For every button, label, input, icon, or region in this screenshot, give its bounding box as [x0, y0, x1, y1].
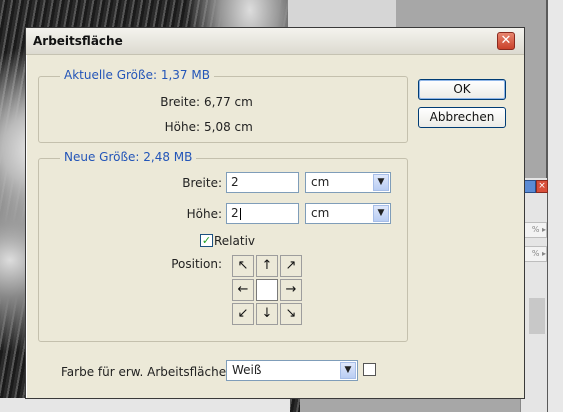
- panel-row[interactable]: % ▸: [523, 246, 547, 262]
- height-unit-select[interactable]: cm ▼: [305, 203, 391, 224]
- canvas-color-label: Farbe für erw. Arbeitsfläche:: [61, 365, 231, 379]
- chevron-down-icon[interactable]: ▼: [373, 174, 389, 191]
- width-input[interactable]: 2: [226, 172, 299, 193]
- dialog-titlebar[interactable]: Arbeitsfläche ✕: [26, 28, 524, 55]
- status-bar: [0, 398, 290, 412]
- width-unit-select[interactable]: cm ▼: [305, 172, 391, 193]
- anchor-bottom-arrow-icon[interactable]: ↓: [256, 303, 278, 325]
- panel-close-button[interactable]: ×: [536, 180, 548, 193]
- width-unit-value: cm: [311, 175, 330, 189]
- chevron-down-icon[interactable]: ▼: [373, 205, 389, 222]
- anchor-top-left-arrow-icon[interactable]: ↖: [232, 255, 254, 277]
- dialog-title: Arbeitsfläche: [33, 34, 123, 48]
- panel-row[interactable]: % ▸: [523, 222, 547, 238]
- cancel-button[interactable]: Abbrechen: [418, 107, 506, 128]
- new-width-label: Breite:: [182, 176, 222, 190]
- canvas-size-dialog: Arbeitsfläche ✕ Aktuelle Größe: 1,37 MB …: [25, 27, 525, 399]
- anchor-center[interactable]: [256, 279, 278, 301]
- new-size-legend: Neue Größe: 2,48 MB: [60, 150, 197, 164]
- height-unit-value: cm: [311, 206, 330, 220]
- ok-button[interactable]: OK: [418, 79, 506, 100]
- color-swatch[interactable]: [363, 363, 376, 376]
- canvas-color-select[interactable]: Weiß ▼: [226, 360, 358, 381]
- current-height-label: Höhe:: [164, 120, 200, 134]
- anchor-right-arrow-icon[interactable]: →: [280, 279, 302, 301]
- close-icon[interactable]: ✕: [497, 32, 515, 50]
- relative-checkbox[interactable]: ✓: [200, 234, 213, 247]
- new-height-label: Höhe:: [186, 207, 222, 221]
- current-height-value: 5,08 cm: [204, 120, 253, 134]
- height-input[interactable]: 2: [226, 203, 299, 224]
- current-size-legend: Aktuelle Größe: 1,37 MB: [60, 68, 214, 82]
- right-panel-strip: [548, 0, 563, 412]
- anchor-top-right-arrow-icon[interactable]: ↗: [280, 255, 302, 277]
- anchor-bottom-left-arrow-icon[interactable]: ↙: [232, 303, 254, 325]
- current-width-value: 6,77 cm: [204, 95, 253, 109]
- document-area: [288, 0, 396, 28]
- anchor-grid: ↖ ↑ ↗ ← → ↙ ↓ ↘: [232, 255, 302, 327]
- position-label: Position:: [171, 257, 222, 271]
- anchor-left-arrow-icon[interactable]: ←: [232, 279, 254, 301]
- anchor-bottom-right-arrow-icon[interactable]: ↘: [280, 303, 302, 325]
- relative-label[interactable]: Relativ: [214, 234, 255, 248]
- current-width-label: Breite:: [160, 95, 200, 109]
- canvas-color-value: Weiß: [232, 363, 262, 377]
- panel-scrollbar[interactable]: [529, 298, 545, 334]
- chevron-down-icon[interactable]: ▼: [340, 362, 356, 379]
- text-caret: [239, 207, 241, 220]
- anchor-top-arrow-icon[interactable]: ↑: [256, 255, 278, 277]
